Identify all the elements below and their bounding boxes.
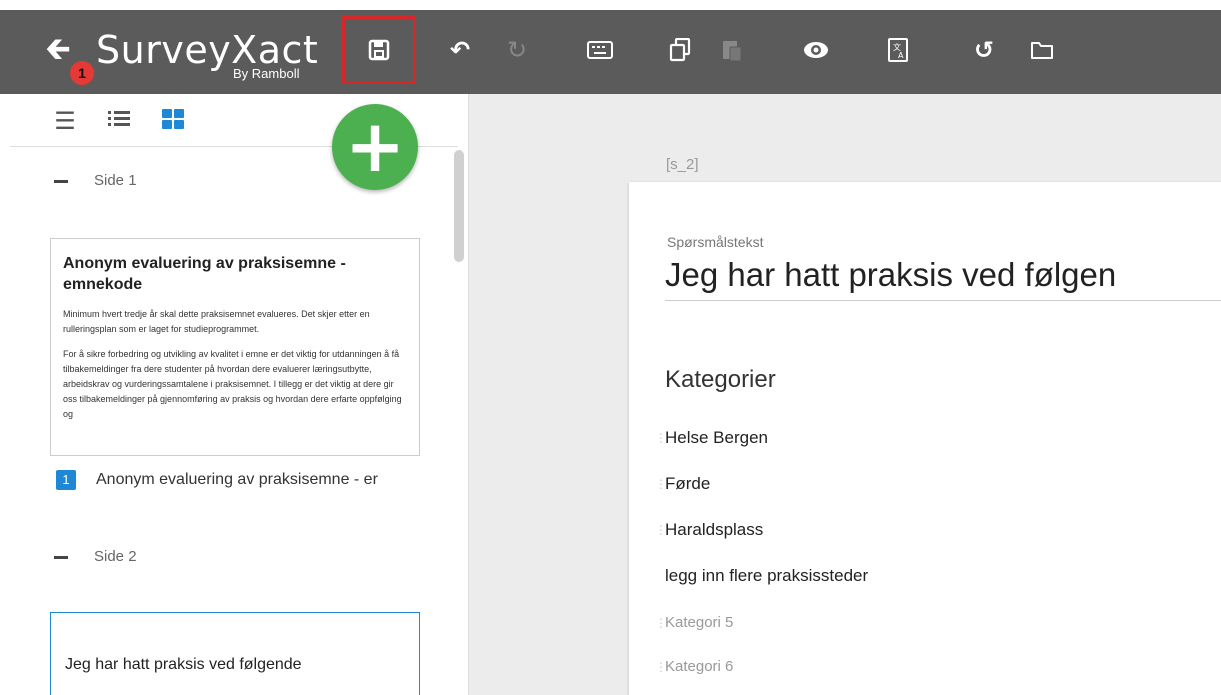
collapse-icon[interactable] bbox=[54, 179, 68, 183]
page-2-header[interactable]: Side 2 bbox=[54, 548, 137, 565]
page-1-thumbnail[interactable]: Anonym evaluering av praksisemne - emnek… bbox=[50, 238, 420, 456]
preview-eye-icon[interactable] bbox=[796, 30, 836, 70]
drag-handle-icon[interactable]: ⋮ bbox=[655, 477, 667, 491]
view-mode-switcher: ☰ bbox=[52, 108, 186, 134]
card-paragraph: Minimum hvert tredje år skal dette praks… bbox=[63, 309, 370, 334]
question-id: [s_2] bbox=[666, 156, 699, 173]
card-question-text: Jeg har hatt praksis ved følgende bbox=[65, 656, 302, 673]
category-placeholder[interactable]: ⋮ Kategori 6 bbox=[655, 658, 733, 675]
page-1-header[interactable]: Side 1 bbox=[54, 172, 137, 189]
back-arrow-icon[interactable]: 🡰 bbox=[40, 32, 76, 68]
translate-icon[interactable]: 文A bbox=[878, 30, 918, 70]
history-icon[interactable]: ↺ bbox=[964, 30, 1004, 70]
category-item[interactable]: legg inn flere praksissteder bbox=[655, 566, 868, 586]
question-editor-area: [s_2] Spørsmålstekst Jeg har hatt praksi… bbox=[469, 94, 1221, 695]
question-item[interactable]: 1 Anonym evaluering av praksisemne - er bbox=[56, 470, 378, 490]
app-logo-subtitle: By Ramboll bbox=[233, 66, 300, 81]
question-text-label: Spørsmålstekst bbox=[667, 234, 764, 250]
add-element-button[interactable]: + bbox=[332, 104, 418, 190]
page-2-thumbnail[interactable]: Jeg har hatt praksis ved følgende bbox=[50, 612, 420, 695]
category-placeholder[interactable]: ⋮ Kategori 5 bbox=[655, 614, 733, 631]
question-label: Anonym evaluering av praksisemne - er bbox=[96, 471, 378, 488]
question-editor-card: Spørsmålstekst Jeg har hatt praksis ved … bbox=[629, 182, 1221, 695]
list-detailed-icon[interactable] bbox=[106, 108, 132, 134]
drag-handle-icon[interactable]: ⋮ bbox=[655, 616, 667, 630]
svg-text:A: A bbox=[898, 51, 904, 60]
categories-heading: Kategorier bbox=[665, 366, 776, 393]
question-number: 1 bbox=[56, 470, 76, 490]
drag-handle-icon[interactable]: ⋮ bbox=[655, 523, 667, 537]
keyboard-icon[interactable] bbox=[580, 30, 620, 70]
undo-icon[interactable]: ↶ bbox=[440, 30, 480, 70]
sidebar-scrollbar[interactable] bbox=[454, 150, 464, 262]
paste-icon[interactable] bbox=[712, 30, 752, 70]
category-item[interactable]: ⋮ Haraldsplass bbox=[655, 520, 763, 540]
save-icon[interactable] bbox=[359, 30, 399, 70]
question-title-input[interactable]: Jeg har hatt praksis ved følgen bbox=[665, 256, 1221, 301]
collapse-icon[interactable] bbox=[54, 555, 68, 559]
drag-handle-icon[interactable]: ⋮ bbox=[655, 660, 667, 674]
top-strip bbox=[0, 0, 1221, 10]
step-badge: 1 bbox=[70, 61, 94, 85]
category-item[interactable]: ⋮ Helse Bergen bbox=[655, 428, 768, 448]
category-item[interactable]: ⋮ Førde bbox=[655, 474, 710, 494]
copy-icon[interactable] bbox=[660, 30, 700, 70]
redo-icon[interactable]: ↻ bbox=[497, 30, 537, 70]
folder-icon[interactable] bbox=[1022, 30, 1062, 70]
card-paragraph: For å sikre forbedring og utvikling av k… bbox=[63, 349, 402, 419]
list-compact-icon[interactable]: ☰ bbox=[52, 108, 78, 134]
card-title: Anonym evaluering av praksisemne - emnek… bbox=[63, 255, 346, 293]
drag-handle-icon[interactable]: ⋮ bbox=[655, 431, 667, 445]
grid-view-icon[interactable] bbox=[160, 108, 186, 134]
top-toolbar: 🡰 SurveyXact By Ramboll 1 ↶ ↻ 文A ↺ bbox=[0, 10, 1221, 94]
